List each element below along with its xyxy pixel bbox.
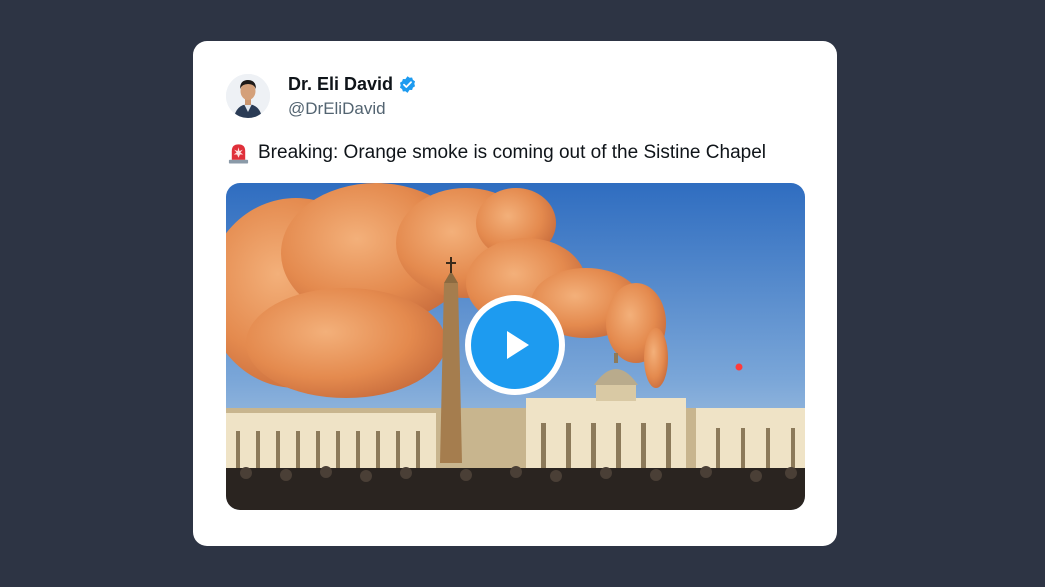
rotating-light-siren-icon: [228, 144, 249, 164]
tweet-card: Dr. Eli David @DrEliDavid Breaking: Oran…: [193, 41, 837, 546]
person-avatar-icon: [226, 74, 270, 118]
tweet-text-row: Breaking: Orange smoke is coming out of …: [227, 141, 766, 165]
tweet-text: Breaking: Orange smoke is coming out of …: [258, 142, 766, 163]
author-handle[interactable]: @DrEliDavid: [288, 99, 386, 119]
author-name-row: Dr. Eli David: [288, 74, 417, 95]
verified-badge-icon: [400, 76, 416, 93]
play-button-inner: [471, 301, 559, 389]
avatar[interactable]: [226, 74, 270, 118]
play-icon: [507, 331, 529, 359]
play-button[interactable]: [465, 295, 565, 395]
video-media[interactable]: [226, 183, 805, 510]
author-name[interactable]: Dr. Eli David: [288, 74, 393, 95]
